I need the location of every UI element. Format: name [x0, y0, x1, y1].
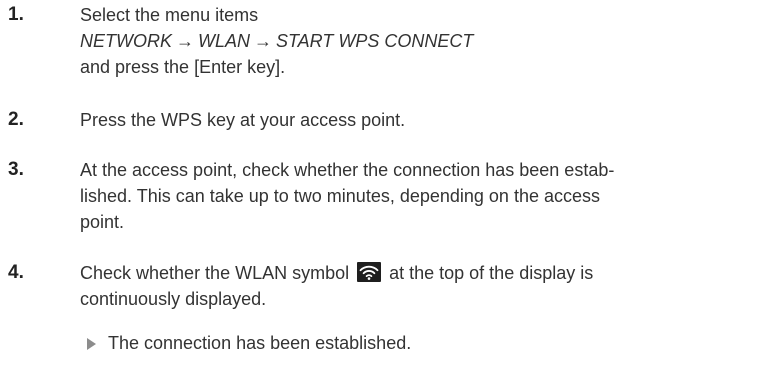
- menu-path: NETWORK → WLAN → START WPS CONNECT: [80, 28, 760, 54]
- step-text: Select the menu items NETWORK → WLAN → START…: [80, 2, 760, 80]
- menu-item-wlan: WLAN: [198, 31, 251, 51]
- step-number: 3.: [8, 159, 24, 180]
- wlan-icon: [357, 262, 382, 282]
- step-line: point.: [80, 212, 125, 232]
- step-line: continuously displayed.: [80, 289, 267, 309]
- step-line: Check whether the WLAN symbol at the top…: [80, 260, 760, 286]
- result-text: The connection has been established.: [108, 333, 412, 353]
- step-line: lished. This can take up to two minutes,…: [80, 186, 600, 206]
- step-text: Press the WPS key at your access point.: [80, 107, 760, 133]
- step-text: Check whether the WLAN symbol at the top…: [80, 260, 760, 312]
- step-line: and press the [Enter key].: [80, 57, 286, 77]
- step-number: 1.: [8, 4, 24, 25]
- step-number: 4.: [8, 262, 24, 283]
- triangle-right-icon: [87, 338, 96, 350]
- arrow-right-icon: →: [176, 31, 194, 51]
- instruction-document: 1. Select the menu items NETWORK → WLAN → ST…: [0, 0, 784, 367]
- step-text-after-icon: at the top of the display is: [384, 263, 594, 283]
- arrow-right-icon: →: [254, 31, 273, 51]
- step-text-before-icon: Check whether the WLAN symbol: [80, 263, 355, 283]
- menu-item-network: NETWORK: [80, 31, 172, 51]
- step-text: At the access point, check whether the c…: [80, 157, 760, 235]
- step-line: Select the menu items: [80, 5, 259, 25]
- step-number: 2.: [8, 109, 24, 130]
- step-line: At the access point, check whether the c…: [80, 160, 615, 180]
- step-line: Press the WPS key at your access point.: [80, 110, 406, 130]
- menu-item-start-wps-connect: START WPS CONNECT: [276, 31, 474, 51]
